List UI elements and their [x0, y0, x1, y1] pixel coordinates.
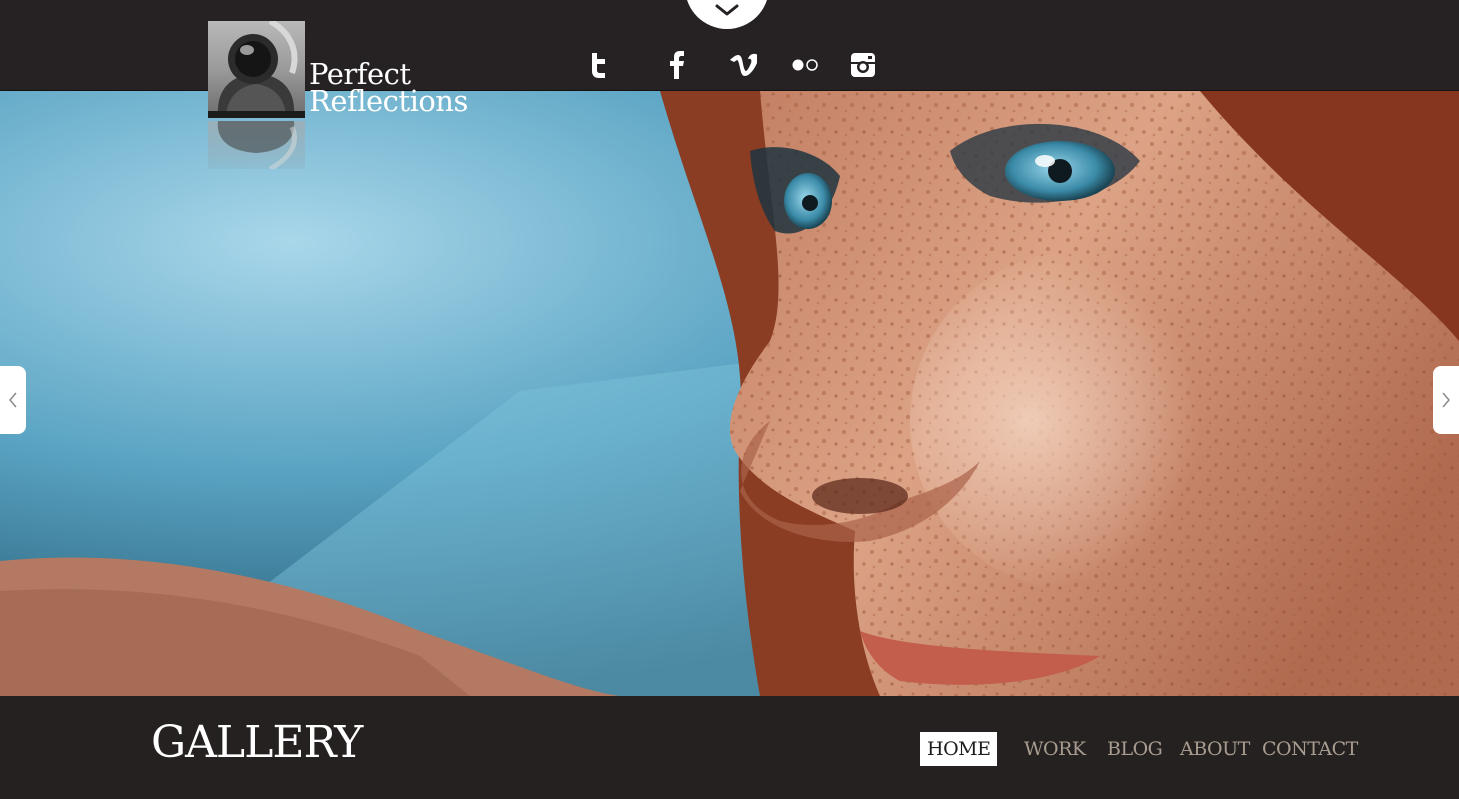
nav-contact[interactable]: CONTACT: [1262, 732, 1358, 766]
hero-slide-image: [0, 91, 1459, 696]
flickr-icon[interactable]: [790, 49, 820, 81]
slider-prev-button[interactable]: [0, 366, 26, 434]
chevron-right-icon: [1442, 392, 1450, 408]
top-pull-tab[interactable]: [685, 0, 769, 29]
logo-reflection: [208, 121, 305, 169]
nav-work[interactable]: WORK: [1024, 732, 1086, 766]
site-logo[interactable]: Perfect Reflections: [208, 21, 498, 171]
facebook-icon[interactable]: [661, 49, 693, 81]
instagram-icon[interactable]: [847, 49, 879, 81]
nav-about[interactable]: ABOUT: [1180, 732, 1250, 766]
nav-blog[interactable]: BLOG: [1107, 732, 1163, 766]
vimeo-icon[interactable]: [727, 49, 759, 81]
bottom-bar: GALLERY HOME WORK BLOG ABOUT CONTACT: [0, 696, 1459, 799]
nav-home[interactable]: HOME: [920, 732, 998, 766]
logo-wordmark: Perfect Reflections: [309, 60, 468, 118]
page-title: GALLERY: [151, 717, 363, 768]
slider-next-button[interactable]: [1433, 366, 1459, 434]
chevron-down-icon: [715, 4, 739, 16]
logo-mark: [208, 21, 305, 118]
chevron-left-icon: [9, 392, 17, 408]
twitter-icon[interactable]: [582, 49, 614, 81]
logo-line-2: Reflections: [309, 84, 468, 118]
